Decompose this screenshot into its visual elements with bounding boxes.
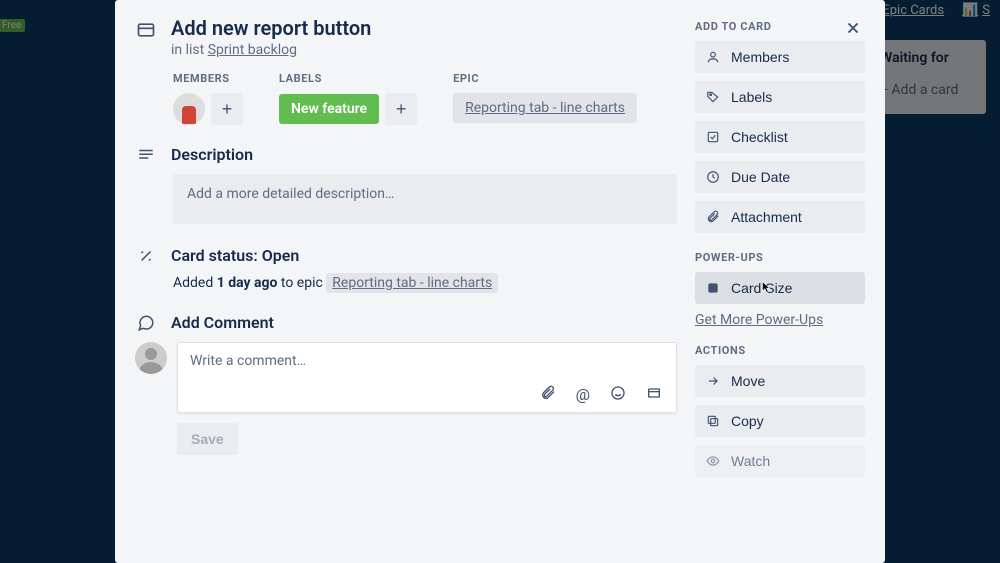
sidebar-watch-button[interactable]: Watch <box>695 445 865 477</box>
copy-icon <box>705 414 721 428</box>
epic-chip[interactable]: Reporting tab - line charts <box>453 93 637 123</box>
tag-icon <box>705 90 721 104</box>
epic-heading: EPIC <box>453 72 637 85</box>
sidebar-members-button[interactable]: Members <box>695 41 865 73</box>
labels-heading: LABELS <box>279 72 417 85</box>
current-user-avatar <box>135 342 167 374</box>
sidebar-labels-button[interactable]: Labels <box>695 81 865 113</box>
arrow-right-icon <box>705 374 721 388</box>
close-button[interactable] <box>839 14 867 42</box>
description-input[interactable]: Add a more detailed description… <box>173 174 677 224</box>
sidebar-move-button[interactable]: Move <box>695 365 865 397</box>
eye-icon <box>705 454 721 468</box>
sidebar-checklist-button[interactable]: Checklist <box>695 121 865 153</box>
modal-main: Add new report button in list Sprint bac… <box>135 16 677 485</box>
comment-box: Write a comment… @ <box>177 342 677 413</box>
modal-sidebar: ADD TO CARD Members Labels Checklist Due… <box>695 16 865 485</box>
cardsize-icon <box>705 281 721 295</box>
close-icon <box>844 19 862 37</box>
attach-icon[interactable] <box>540 385 556 404</box>
labels-block: LABELS New feature + <box>279 72 417 125</box>
description-heading: Description <box>171 145 253 164</box>
card-title[interactable]: Add new report button <box>171 16 371 40</box>
list-link[interactable]: Sprint backlog <box>208 42 297 58</box>
add-member-button[interactable]: + <box>211 93 243 125</box>
sidebar-copy-button[interactable]: Copy <box>695 405 865 437</box>
card-list-info: in list Sprint backlog <box>171 42 371 58</box>
emoji-icon[interactable] <box>610 385 626 404</box>
members-block: MEMBERS + <box>173 72 243 125</box>
checklist-icon <box>705 130 721 144</box>
person-icon <box>705 50 721 64</box>
card-modal: Add new report button in list Sprint bac… <box>115 0 885 563</box>
mention-icon[interactable]: @ <box>576 385 590 404</box>
card-link-icon[interactable] <box>646 385 662 404</box>
status-icon <box>135 247 157 265</box>
save-comment-button[interactable]: Save <box>177 423 238 455</box>
sidebar-cardsize-button[interactable]: Card Size <box>695 272 865 304</box>
status-epic-pill[interactable]: Reporting tab - line charts <box>326 273 498 293</box>
card-icon <box>135 20 157 40</box>
comment-heading: Add Comment <box>171 313 274 332</box>
description-icon <box>135 146 157 164</box>
modal-overlay: Add new report button in list Sprint bac… <box>0 0 1000 563</box>
add-label-button[interactable]: + <box>385 93 417 125</box>
comment-icon <box>135 314 157 332</box>
epic-block: EPIC Reporting tab - line charts <box>453 72 637 125</box>
clock-icon <box>705 170 721 184</box>
powerups-heading: POWER-UPS <box>695 251 865 264</box>
actions-heading: ACTIONS <box>695 344 865 357</box>
status-heading: Card status: Open <box>171 246 299 265</box>
sidebar-attachment-button[interactable]: Attachment <box>695 201 865 233</box>
status-line: Added 1 day ago to epic Reporting tab - … <box>173 275 677 291</box>
sidebar-duedate-button[interactable]: Due Date <box>695 161 865 193</box>
paperclip-icon <box>705 210 721 224</box>
label-chip[interactable]: New feature <box>279 94 379 124</box>
comment-input[interactable]: Write a comment… <box>178 343 676 379</box>
members-heading: MEMBERS <box>173 72 243 85</box>
get-more-powerups-link[interactable]: Get More Power-Ups <box>695 312 865 328</box>
member-avatar[interactable] <box>173 93 205 125</box>
